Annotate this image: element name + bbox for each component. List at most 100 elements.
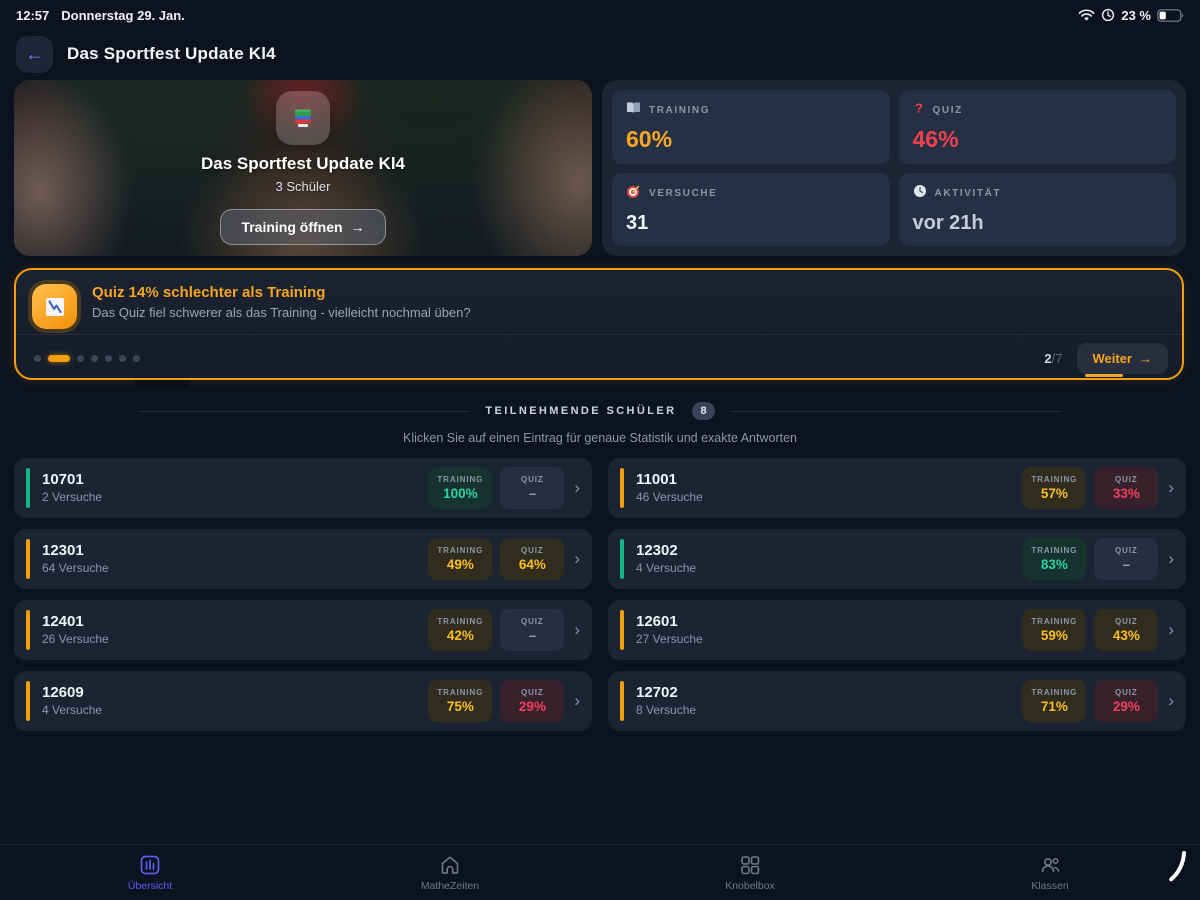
training-value: 75% [447, 699, 474, 714]
training-chip: TRAINING49% [428, 538, 492, 580]
banner-title: Quiz 14% schlechter als Training [92, 284, 471, 301]
training-value: 42% [447, 628, 474, 643]
chevron-right-icon: › [574, 691, 580, 711]
status-accent-bar [26, 610, 30, 650]
student-row-12302[interactable]: 123024 Versuche TRAINING83%QUIZ– › [608, 529, 1186, 589]
tab-label: Knobelbox [725, 880, 775, 892]
back-button[interactable]: ← [16, 36, 53, 73]
pagination-dot-6[interactable] [119, 355, 126, 362]
training-chip: TRAINING75% [428, 680, 492, 722]
student-count-badge: 8 [692, 402, 714, 420]
student-id: 12401 [42, 613, 109, 632]
quiz-value: – [1123, 557, 1131, 572]
student-row-12401[interactable]: 1240126 VersucheTRAINING42%QUIZ–› [14, 600, 592, 660]
pagination-dot-7[interactable] [133, 355, 140, 362]
student-row-12609[interactable]: 126094 VersucheTRAINING75%QUIZ29%› [14, 671, 592, 731]
student-attempts: 2 Versuche [42, 490, 102, 506]
arrow-right-icon: → [1139, 351, 1152, 366]
tab-übersicht[interactable]: Übersicht [0, 845, 300, 900]
hero-student-count: 3 Schüler [276, 179, 331, 194]
stat-card-versuche: VERSUCHE31 [612, 173, 890, 247]
page-title: Das Sportfest Update Kl4 [67, 44, 276, 64]
insight-banner: Quiz 14% schlechter als Training Das Qui… [14, 268, 1184, 380]
pagination-dot-1[interactable] [34, 355, 41, 362]
stat-label: QUIZ [933, 105, 963, 116]
quiz-chip: QUIZ43% [1094, 609, 1158, 651]
header: ← Das Sportfest Update Kl4 [16, 34, 1184, 74]
section-subtitle: Klicken Sie auf einen Eintrag für genaue… [14, 431, 1186, 445]
chevron-right-icon: › [1168, 478, 1174, 498]
tab-mathezeiten[interactable]: MatheZeiten [300, 845, 600, 900]
student-row-12301[interactable]: 1230164 VersucheTRAINING49%QUIZ64%› [14, 529, 592, 589]
quiz-chip: QUIZ29% [1094, 680, 1158, 722]
stat-card-quiz: ?QUIZ46% [899, 90, 1177, 164]
pagination-dot-5[interactable] [105, 355, 112, 362]
clock-time: 12:57 [16, 8, 49, 23]
section-title: TEILNEHMENDE SCHÜLER [485, 405, 676, 417]
quiz-value: 29% [1113, 699, 1140, 714]
training-value: 100% [443, 486, 478, 501]
status-accent-bar [620, 610, 624, 650]
loading-spinner [1142, 847, 1188, 898]
training-value: 49% [447, 557, 474, 572]
student-id: 10701 [42, 471, 102, 490]
student-id: 12702 [636, 684, 696, 703]
next-button[interactable]: Weiter → [1077, 343, 1169, 374]
wifi-icon [1078, 9, 1095, 22]
stat-value: vor 21h [913, 212, 1163, 235]
stat-label: AKTIVITÄT [935, 188, 1002, 199]
arrow-right-icon: → [351, 219, 365, 235]
home-icon [439, 854, 461, 876]
quiz-value: 43% [1113, 628, 1140, 643]
student-id: 12301 [42, 542, 109, 561]
tab-label: Übersicht [128, 880, 172, 892]
training-value: 71% [1041, 699, 1068, 714]
carousel-card-peek [135, 380, 191, 388]
quiz-chip: QUIZ– [500, 467, 564, 509]
training-chip: TRAINING71% [1022, 680, 1086, 722]
chevron-right-icon: › [1168, 549, 1174, 569]
stat-label: TRAINING [649, 105, 710, 116]
student-row-12601[interactable]: 1260127 VersucheTRAINING59%QUIZ43%› [608, 600, 1186, 660]
banner-pagination-dots[interactable] [34, 355, 140, 362]
student-row-10701[interactable]: 107012 VersucheTRAINING100%QUIZ–› [14, 458, 592, 518]
quiz-chip: QUIZ– [1094, 538, 1158, 580]
battery-icon [1157, 9, 1184, 22]
battery-percentage: 23 % [1121, 8, 1151, 23]
student-attempts: 26 Versuche [42, 632, 109, 648]
hero-card[interactable]: Das Sportfest Update Kl4 3 Schüler Train… [14, 80, 592, 256]
grid-icon [739, 854, 761, 876]
training-chip: TRAINING57% [1022, 467, 1086, 509]
student-row-11001[interactable]: 1100146 VersucheTRAINING57%QUIZ33%› [608, 458, 1186, 518]
tab-label: MatheZeiten [421, 880, 479, 892]
chart-down-icon [32, 284, 77, 329]
student-row-12702[interactable]: 127028 VersucheTRAINING71%QUIZ29%› [608, 671, 1186, 731]
clock-icon [913, 184, 927, 203]
tab-label: Klassen [1031, 880, 1068, 892]
tab-knobelbox[interactable]: Knobelbox [600, 845, 900, 900]
banner-counter: 2/7 [1044, 351, 1062, 366]
open-training-button[interactable]: Training öffnen → [220, 209, 385, 245]
status-accent-bar [620, 681, 624, 721]
training-value: 83% [1041, 557, 1068, 572]
tab-bar: Übersicht MatheZeiten Knobelbox Klassen [0, 844, 1200, 900]
training-value: 57% [1041, 486, 1068, 501]
student-id: 12601 [636, 613, 703, 632]
chevron-right-icon: › [1168, 691, 1174, 711]
training-chip: TRAINING83% [1022, 538, 1086, 580]
quiz-value: – [529, 486, 537, 501]
pagination-dot-4[interactable] [91, 355, 98, 362]
student-attempts: 64 Versuche [42, 561, 109, 577]
training-chip: TRAINING42% [428, 609, 492, 651]
bar-chart-icon [139, 854, 161, 876]
stat-label: VERSUCHE [649, 188, 717, 199]
pagination-dot-2[interactable] [48, 355, 70, 362]
rotation-lock-icon [1101, 8, 1115, 22]
pagination-dot-3[interactable] [77, 355, 84, 362]
student-id: 12302 [636, 542, 696, 561]
quiz-value: 33% [1113, 486, 1140, 501]
status-date: Donnerstag 29. Jan. [61, 8, 185, 23]
student-attempts: 46 Versuche [636, 490, 703, 506]
student-attempts: 4 Versuche [636, 561, 696, 577]
stat-value: 60% [626, 126, 876, 153]
